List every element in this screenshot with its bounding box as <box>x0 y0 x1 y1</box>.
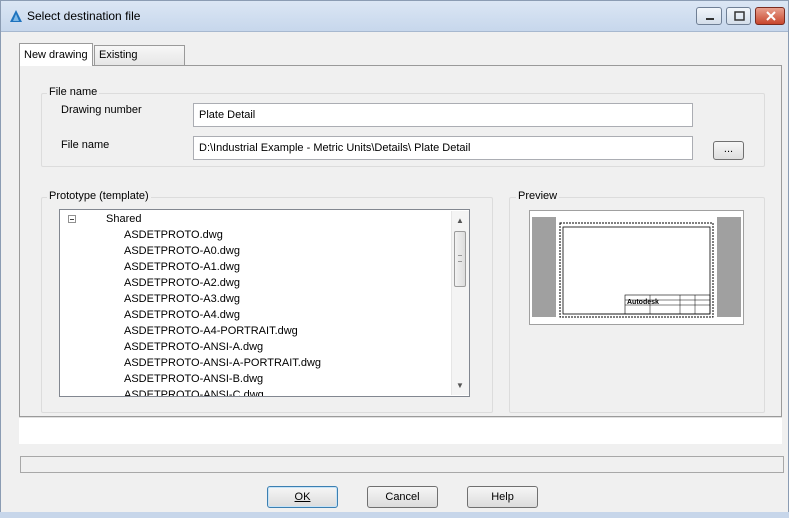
list-item[interactable]: ASDETPROTO-A4-PORTRAIT.dwg <box>124 323 298 339</box>
list-item[interactable]: ASDETPROTO-ANSI-C.dwg <box>124 387 264 396</box>
file-name-label: File name <box>61 139 110 151</box>
title-bar[interactable]: Select destination file <box>1 1 788 32</box>
tree-root-row[interactable]: Shared <box>60 211 450 227</box>
prototype-tree[interactable]: Shared ASDETPROTO.dwg ASDETPROTO-A0.dwg … <box>59 209 470 397</box>
tab-existing-drawings[interactable]: Existing drawings <box>94 45 185 79</box>
close-icon <box>766 11 776 21</box>
drawing-number-field[interactable]: Plate Detail <box>193 103 693 127</box>
browse-button[interactable]: ... <box>713 141 744 160</box>
preview-image: Autodesk <box>529 210 744 325</box>
list-item[interactable]: ASDETPROTO-A1.dwg <box>124 259 240 275</box>
help-button[interactable]: Help <box>467 486 538 508</box>
drawing-number-label: Drawing number <box>61 104 142 116</box>
list-item[interactable]: ASDETPROTO-A2.dwg <box>124 275 240 291</box>
description-strip <box>19 417 782 444</box>
window-bottom-edge <box>0 512 789 518</box>
drawing-preview: Autodesk <box>532 217 741 318</box>
tab-new-drawing[interactable]: New drawing <box>19 43 93 66</box>
ok-button[interactable]: OK <box>267 486 338 508</box>
dialog-window: Select destination file New drawing Exis… <box>0 0 789 518</box>
maximize-icon <box>734 11 745 21</box>
list-item[interactable]: ASDETPROTO-ANSI-A-PORTRAIT.dwg <box>124 355 321 371</box>
autodesk-logo: Autodesk <box>627 299 659 306</box>
list-item[interactable]: ASDETPROTO-A0.dwg <box>124 243 240 259</box>
maximize-button[interactable] <box>726 7 751 25</box>
collapse-toggle-icon[interactable] <box>68 215 76 223</box>
cancel-button[interactable]: Cancel <box>367 486 438 508</box>
list-item[interactable]: ASDETPROTO-ANSI-B.dwg <box>124 371 263 387</box>
close-button[interactable] <box>755 7 785 25</box>
scroll-up-icon[interactable]: ▲ <box>456 216 464 225</box>
list-item[interactable]: ASDETPROTO.dwg <box>124 227 223 243</box>
minimize-button[interactable] <box>696 7 722 25</box>
list-item[interactable]: ASDETPROTO-ANSI-A.dwg <box>124 339 263 355</box>
status-bar <box>20 456 784 473</box>
list-item[interactable]: ASDETPROTO-A3.dwg <box>124 291 240 307</box>
tree-root-label: Shared <box>106 213 142 225</box>
scroll-down-icon[interactable]: ▼ <box>456 381 464 390</box>
grip-icon <box>458 255 462 262</box>
scroll-thumb[interactable] <box>454 231 466 287</box>
file-name-field[interactable]: D:\Industrial Example - Metric Units\Det… <box>193 136 693 160</box>
prototype-group-label: Prototype (template) <box>47 190 151 202</box>
file-name-group-label: File name <box>47 86 100 98</box>
window-title: Select destination file <box>27 9 141 23</box>
autocad-app-icon <box>10 10 22 22</box>
preview-group-label: Preview <box>516 190 560 202</box>
tree-scrollbar[interactable]: ▲ ▼ <box>451 211 469 395</box>
minimize-icon <box>706 18 714 20</box>
list-item-selected[interactable]: ASDETPROTO-A4.dwg <box>124 307 240 323</box>
